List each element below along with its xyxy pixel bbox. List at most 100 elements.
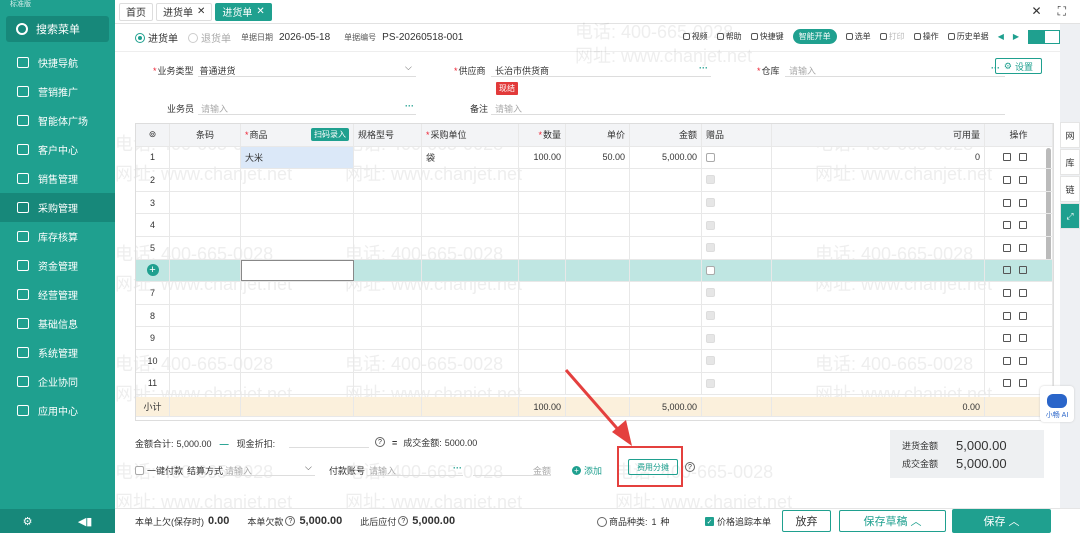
grid-cell-spec[interactable] xyxy=(354,327,422,349)
grid-cell-amount[interactable] xyxy=(630,304,702,327)
view-toggle[interactable] xyxy=(1028,29,1060,44)
settings-button[interactable]: ⚙ 设置 xyxy=(994,58,1042,74)
rail-doc-icon[interactable]: 网 xyxy=(1060,122,1080,148)
grid-cell-unit[interactable] xyxy=(422,282,519,304)
sidebar-item-8[interactable]: 经营管理 xyxy=(0,280,115,309)
tab-home[interactable]: 首页 xyxy=(119,2,153,21)
smart-order-button[interactable]: 智能开单 xyxy=(792,29,837,44)
grid-cell-spec[interactable] xyxy=(354,214,422,236)
add-row-icon[interactable]: + xyxy=(146,264,159,277)
grid-cell-amount[interactable] xyxy=(630,237,702,259)
collapse-sidebar-icon[interactable]: ◀▮ xyxy=(78,515,93,528)
operate-button[interactable]: 操作 xyxy=(913,31,939,42)
copy-icon[interactable] xyxy=(1018,379,1027,388)
question-icon[interactable]: ? xyxy=(285,516,296,526)
date-field[interactable]: 2026-05-18 xyxy=(279,32,330,43)
table-row[interactable]: 1 大米 袋 100.00 50.00 5,000.00 0 xyxy=(136,146,1053,170)
grid-cell-unit[interactable] xyxy=(422,169,519,191)
grid-cell-product[interactable] xyxy=(241,237,354,259)
grid-cell-idx[interactable]: ⊚ xyxy=(136,124,170,146)
trash-icon[interactable] xyxy=(1002,356,1011,365)
settings-gear-icon[interactable]: ⚙ xyxy=(23,515,33,528)
grid-cell-qty[interactable] xyxy=(519,350,566,372)
gift-checkbox[interactable] xyxy=(706,333,715,343)
grid-cell-price[interactable] xyxy=(566,282,630,304)
grid-cell-barcode[interactable] xyxy=(170,350,241,372)
giveup-button[interactable]: 放弃 xyxy=(782,510,831,532)
table-row[interactable]: 5 xyxy=(136,237,1053,260)
grid-cell-unit[interactable] xyxy=(422,259,519,282)
grid-cell-qty[interactable] xyxy=(519,304,566,327)
grid-cell-amount[interactable] xyxy=(630,372,702,395)
copy-icon[interactable] xyxy=(1018,175,1027,184)
grid-cell-amount[interactable] xyxy=(630,169,702,191)
sidebar-item-4[interactable]: 销售管理 xyxy=(0,164,115,193)
grid-cell-unit[interactable] xyxy=(422,214,519,236)
grid-cell-price[interactable] xyxy=(566,191,630,214)
trash-icon[interactable] xyxy=(1002,311,1011,320)
grid-cell-qty[interactable]: 100.00 xyxy=(519,146,566,169)
copy-icon[interactable] xyxy=(1018,334,1027,343)
question-icon[interactable]: ? xyxy=(375,437,385,447)
account-more-icon[interactable]: ··· xyxy=(453,463,462,473)
sidebar-item-5[interactable]: 采购管理 xyxy=(0,193,115,222)
sidebar-item-6[interactable]: 库存核算 xyxy=(0,222,115,251)
grid-cell-price[interactable]: 50.00 xyxy=(566,146,630,169)
chevron-down-icon[interactable]: ⌵ xyxy=(305,462,312,473)
grid-cell-price[interactable] xyxy=(566,237,630,259)
grid-cell-unit[interactable] xyxy=(422,372,519,395)
sidebar-item-3[interactable]: 客户中心 xyxy=(0,135,115,164)
shortcut-button[interactable]: 快捷键 xyxy=(750,31,784,42)
gift-checkbox[interactable] xyxy=(706,378,715,388)
grid-cell-barcode[interactable] xyxy=(170,146,241,169)
table-row[interactable]: + xyxy=(136,259,1053,283)
copy-icon[interactable] xyxy=(1018,243,1027,252)
video-button[interactable]: 视频 xyxy=(682,31,708,42)
sidebar-item-10[interactable]: 系统管理 xyxy=(0,338,115,367)
radio-return[interactable]: 退货单 xyxy=(188,30,231,45)
grid-cell-amount[interactable] xyxy=(630,350,702,372)
grid-cell-unit[interactable] xyxy=(422,191,519,214)
table-row[interactable]: 3 xyxy=(136,191,1053,215)
grid-cell-amount[interactable]: 5,000.00 xyxy=(630,146,702,169)
close-tab-icon[interactable]: ✕ xyxy=(197,6,205,17)
fee-allocation-button[interactable]: 费用分摊 xyxy=(628,459,678,475)
card-view-icon[interactable] xyxy=(1044,29,1060,44)
gift-checkbox[interactable] xyxy=(706,152,715,162)
grid-cell-amount[interactable] xyxy=(630,214,702,236)
ai-assistant-button[interactable]: 小畅 AI xyxy=(1040,386,1074,422)
trash-icon[interactable] xyxy=(1002,334,1011,343)
sidebar-item-12[interactable]: 应用中心 xyxy=(0,396,115,425)
close-window-icon[interactable]: ✕ xyxy=(1032,4,1042,19)
doc-no-field[interactable]: PS-20260518-001 xyxy=(382,32,463,43)
sidebar-item-9[interactable]: 基础信息 xyxy=(0,309,115,338)
grid-cell-barcode[interactable] xyxy=(170,327,241,349)
grid-cell-spec[interactable] xyxy=(354,169,422,191)
question-icon[interactable]: ? xyxy=(685,462,695,472)
grid-cell-price[interactable] xyxy=(566,350,630,372)
gift-checkbox[interactable] xyxy=(706,198,715,208)
grid-cell-spec[interactable] xyxy=(354,282,422,304)
sidebar-item-2[interactable]: 智能体广场 xyxy=(0,106,115,135)
grid-cell-price[interactable] xyxy=(566,214,630,236)
tab-purchase-1[interactable]: 进货单 ✕ xyxy=(156,2,213,21)
sidebar-item-7[interactable]: 资金管理 xyxy=(0,251,115,280)
table-row[interactable]: 11 xyxy=(136,372,1053,396)
radio-purchase[interactable]: 进货单 xyxy=(135,30,178,45)
grid-cell-price[interactable] xyxy=(566,327,630,349)
checked-icon[interactable]: ✓ xyxy=(705,517,714,526)
grid-cell-price[interactable] xyxy=(566,259,630,282)
table-row[interactable]: 10 xyxy=(136,350,1053,373)
grid-cell-unit[interactable] xyxy=(422,350,519,372)
gift-checkbox[interactable] xyxy=(706,243,715,253)
fullscreen-icon[interactable]: ⛶ xyxy=(1058,4,1066,19)
tab-purchase-2[interactable]: 进货单 ✕ xyxy=(215,2,272,21)
table-row[interactable]: 8 xyxy=(136,304,1053,328)
grid-cell-spec[interactable] xyxy=(354,304,422,327)
grid-cell-barcode[interactable] xyxy=(170,282,241,304)
grid-cell-spec[interactable] xyxy=(354,259,422,282)
clerk-more-icon[interactable]: ··· xyxy=(405,101,414,111)
onekey-pay-checkbox[interactable] xyxy=(135,466,144,475)
sidebar-item-1[interactable]: 营销推广 xyxy=(0,77,115,106)
grid-cell-amount[interactable] xyxy=(630,191,702,214)
